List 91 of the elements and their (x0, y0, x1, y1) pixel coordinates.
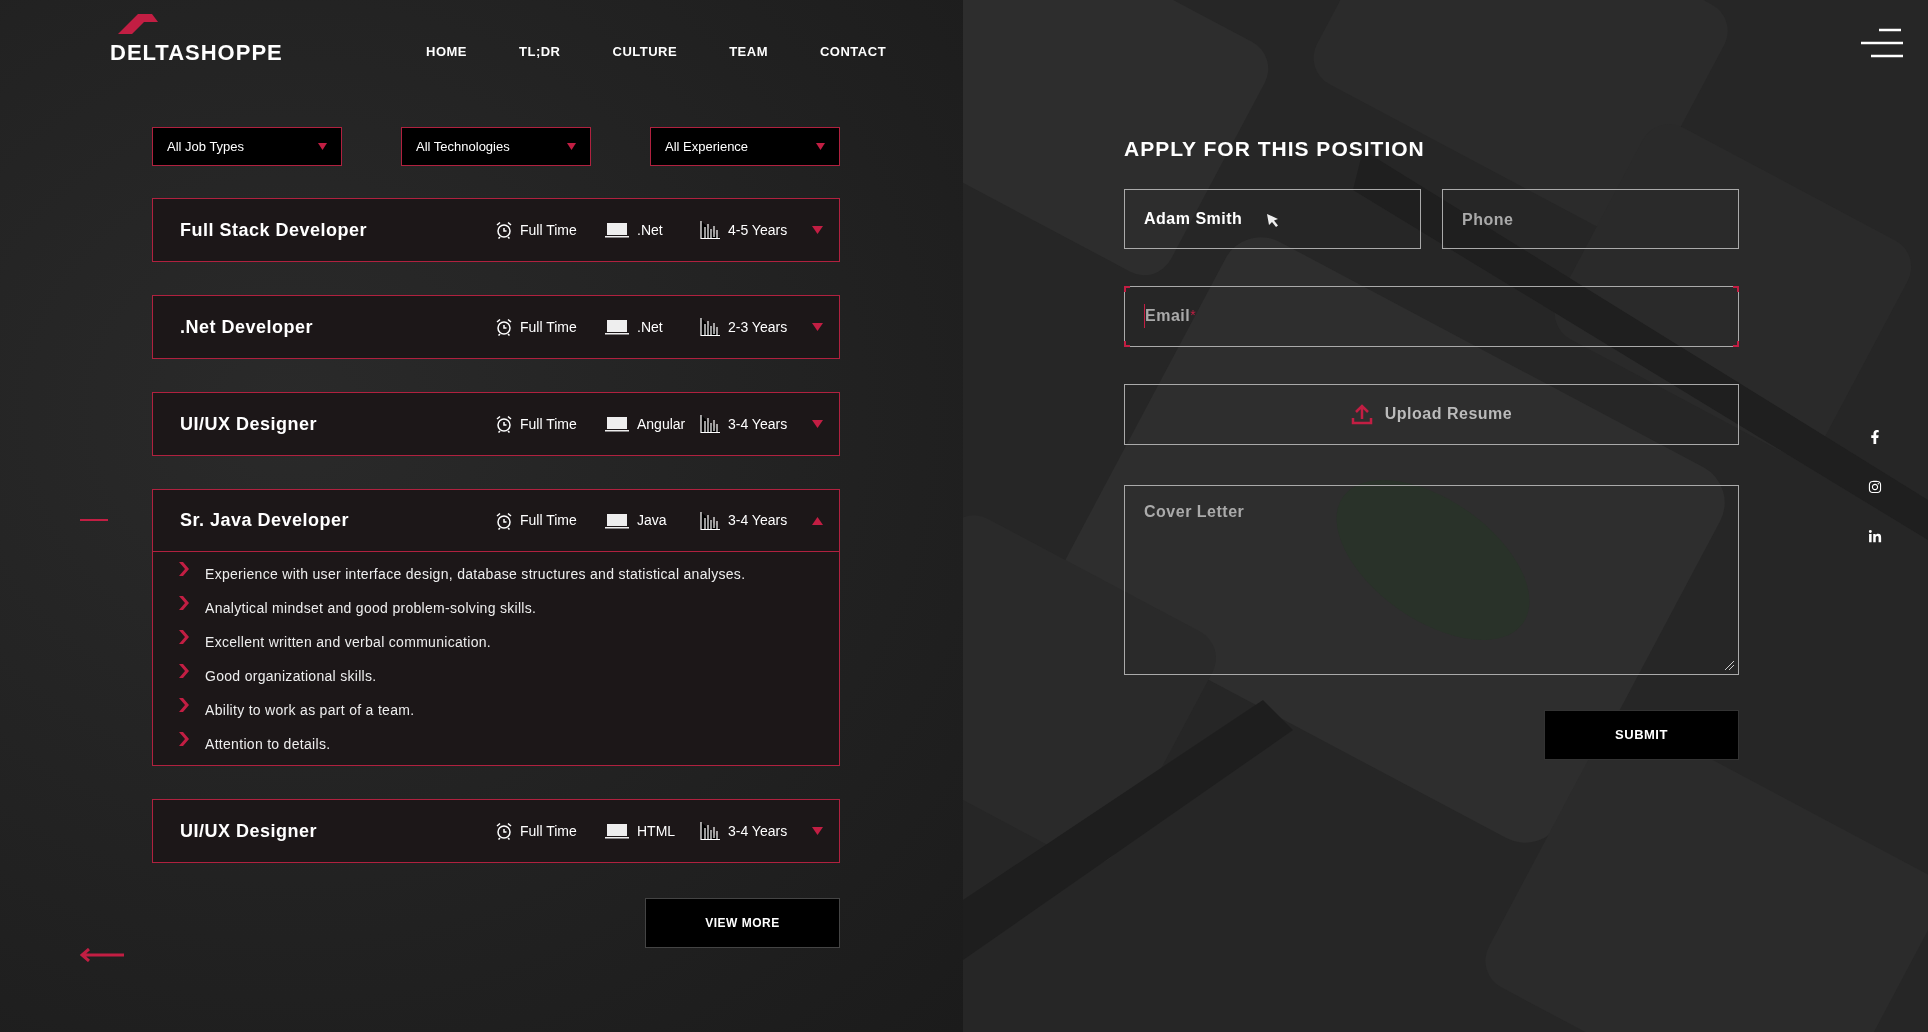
nav-link[interactable]: TEAM (723, 42, 774, 62)
required-mark: * (1190, 305, 1196, 325)
mouse-pointer-icon (1266, 212, 1281, 229)
job-technology: HTML (637, 821, 676, 841)
job-type: Full Time (520, 220, 577, 240)
bar-chart-icon (700, 415, 720, 433)
requirement-text: Excellent written and verbal communication. (205, 633, 492, 652)
resize-handle-icon[interactable] (1724, 659, 1734, 670)
job-technology: .Net (637, 220, 663, 240)
job-title: Sr. Java Developer (180, 509, 351, 532)
caret-down-icon (318, 143, 327, 150)
bar-chart-icon (700, 822, 720, 840)
nav-link[interactable]: CULTURE (606, 42, 684, 62)
job-experience: 4-5 Years (728, 220, 788, 240)
filter-dropdown[interactable]: All Technologies (401, 127, 591, 166)
job-experience: 3-4 Years (728, 511, 788, 530)
slide-indicator (80, 519, 108, 521)
caret-down-icon (567, 143, 576, 150)
bar-chart-icon (700, 511, 720, 530)
laptop-icon (605, 823, 629, 839)
nav-link[interactable]: CONTACT (814, 42, 893, 62)
caret-down-icon[interactable] (812, 323, 823, 331)
laptop-icon (605, 319, 629, 335)
job-title: UI/UX Designer (180, 412, 319, 436)
job-title: .Net Developer (180, 315, 315, 339)
job-type: Full Time (520, 821, 577, 841)
laptop-icon (605, 222, 629, 238)
job-title: UI/UX Designer (180, 819, 319, 843)
job-type: Full Time (520, 511, 577, 530)
job-card[interactable]: UI/UX Designer Full Time Angular 3-4 Years (152, 392, 840, 456)
laptop-icon (605, 416, 629, 432)
job-experience: 2-3 Years (728, 317, 788, 337)
alarm-clock-icon (495, 822, 513, 840)
instagram-icon[interactable] (1868, 480, 1882, 494)
form-title: APPLY FOR THIS POSITION (1124, 136, 1426, 162)
upload-icon (1350, 403, 1373, 425)
requirement-text: Analytical mindset and good problem-solving skills. (205, 599, 537, 618)
job-type: Full Time (520, 414, 577, 434)
nav-link[interactable]: TL;DR (513, 42, 567, 62)
chevron-bullet-icon (179, 562, 189, 576)
caret-down-icon[interactable] (812, 420, 823, 428)
cover-letter-field[interactable]: Cover Letter (1124, 484, 1739, 675)
job-type: Full Time (520, 317, 577, 337)
bar-chart-icon (700, 318, 720, 336)
chevron-bullet-icon (179, 664, 189, 678)
job-title: Full Stack Developer (180, 218, 369, 242)
requirement-text: Attention to details. (205, 735, 331, 754)
input-field[interactable]: Email* (1124, 285, 1739, 347)
submit-button[interactable]: SUBMIT (1544, 709, 1739, 760)
chevron-bullet-icon (179, 698, 189, 712)
menu-icon[interactable] (1859, 28, 1903, 58)
requirement-text: Ability to work as part of a team. (205, 701, 415, 720)
caret-up-icon[interactable] (812, 516, 823, 525)
alarm-clock-icon (495, 415, 513, 433)
alarm-clock-icon (495, 318, 513, 336)
linkedin-icon[interactable] (1868, 530, 1882, 544)
back-arrow-icon[interactable] (80, 948, 124, 962)
caret-down-icon[interactable] (812, 226, 823, 234)
filter-dropdown[interactable]: All Job Types (152, 127, 342, 166)
facebook-icon[interactable] (1868, 430, 1882, 444)
job-card[interactable] (152, 489, 840, 766)
chevron-bullet-icon (179, 630, 189, 644)
job-experience: 3-4 Years (728, 821, 788, 841)
requirement-text: Good organizational skills. (205, 667, 377, 686)
job-card[interactable]: UI/UX Designer Full Time HTML 3-4 Years (152, 799, 840, 863)
job-technology: Java (637, 511, 667, 530)
alarm-clock-icon (495, 511, 513, 530)
job-technology: .Net (637, 317, 663, 337)
caret-down-icon (816, 143, 825, 150)
input-field[interactable]: Adam Smith (1124, 188, 1421, 249)
logo[interactable]: DELTASHOPPE (110, 39, 283, 65)
alarm-clock-icon (495, 221, 513, 239)
upload-resume-button[interactable]: Upload Resume (1124, 383, 1739, 445)
input-field[interactable]: Phone (1442, 188, 1739, 249)
email-placeholder: Email (1144, 304, 1191, 328)
job-technology: Angular (637, 414, 686, 434)
cover-letter-placeholder: Cover Letter (1144, 502, 1245, 520)
chevron-bullet-icon (179, 732, 189, 746)
requirement-text: Experience with user interface design, database structures and statistical analyses. (205, 565, 746, 584)
job-card[interactable]: .Net Developer Full Time .Net 2-3 Years (152, 295, 840, 359)
nav-link[interactable]: HOME (420, 42, 473, 62)
caret-down-icon[interactable] (812, 827, 823, 835)
phone-placeholder: Phone (1462, 209, 1514, 230)
bar-chart-icon (700, 221, 720, 239)
view-more-button[interactable]: VIEW MORE (645, 898, 840, 948)
chevron-bullet-icon (179, 596, 189, 610)
laptop-icon (605, 512, 629, 529)
job-card[interactable]: Full Stack Developer Full Time .Net 4-5 Years (152, 198, 840, 262)
job-experience: 3-4 Years (728, 414, 788, 434)
name-value: Adam Smith (1144, 208, 1243, 229)
filter-dropdown[interactable]: All Experience (650, 127, 840, 166)
